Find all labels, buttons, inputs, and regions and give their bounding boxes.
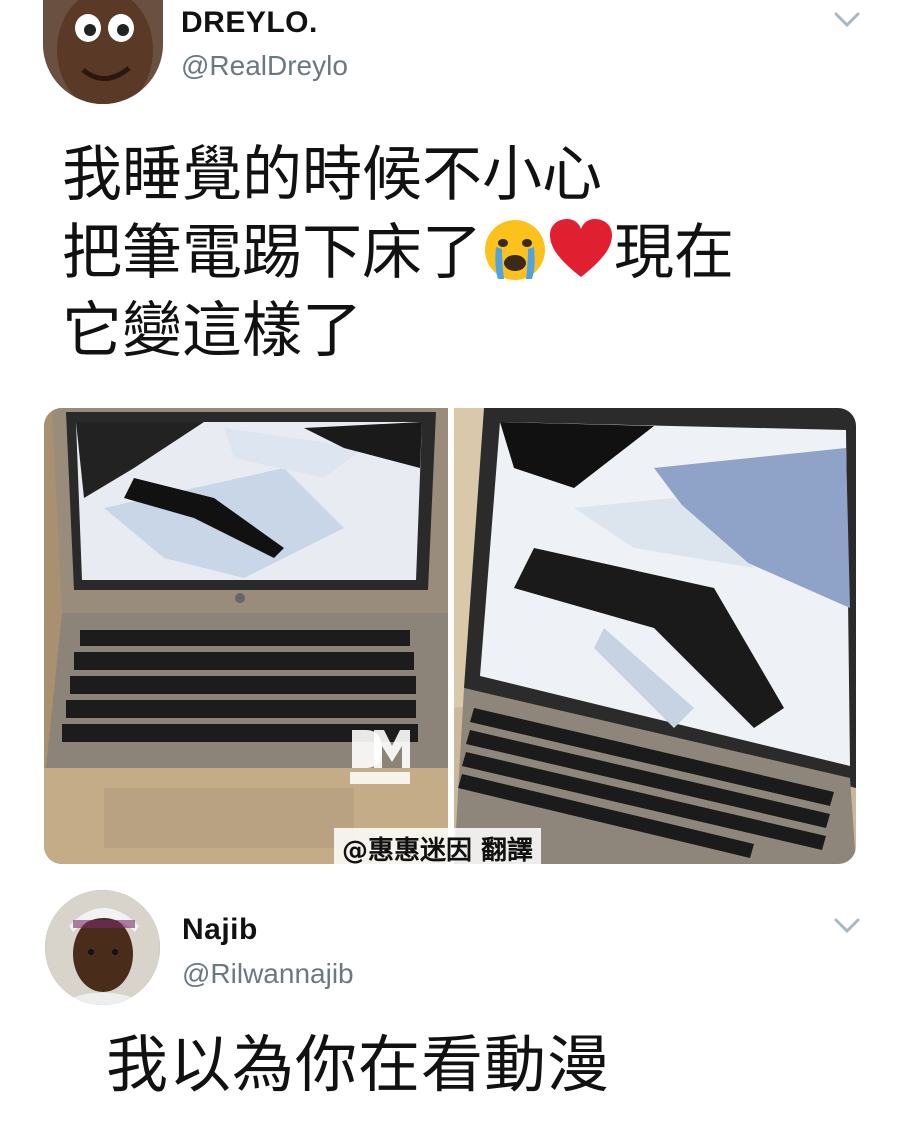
chevron-down-icon[interactable] bbox=[832, 8, 862, 32]
tweet-text-segment: 現在 bbox=[614, 218, 734, 288]
author-name[interactable]: Najib bbox=[182, 913, 258, 947]
tweet-text-segment: 把筆電踢下床了 bbox=[62, 218, 482, 288]
avatar-dreylo[interactable] bbox=[43, 0, 163, 104]
crying-face-emoji-icon bbox=[485, 220, 545, 280]
tweet-text-line: 把筆電踢下床了 現在 bbox=[62, 214, 862, 292]
author-name[interactable]: DREYLO. bbox=[181, 6, 318, 40]
dank-memeology-logo bbox=[350, 730, 410, 784]
tweet-dreylo: DREYLO. @RealDreylo 我睡覺的時候不小心 把筆電踢下床了 現在… bbox=[0, 0, 900, 390]
author-handle[interactable]: @Rilwannajib bbox=[182, 958, 354, 990]
red-heart-emoji-icon bbox=[550, 219, 612, 277]
tweet-text-line: 我睡覺的時候不小心 bbox=[62, 140, 602, 210]
photo-broken-laptop-angle[interactable] bbox=[454, 408, 856, 864]
author-handle[interactable]: @RealDreylo bbox=[181, 50, 348, 82]
tweet-text-line: 它變這樣了 bbox=[62, 296, 362, 366]
avatar-najib[interactable] bbox=[45, 890, 160, 1005]
photo-broken-laptop-front[interactable] bbox=[44, 408, 448, 864]
reply-text: 我以為你在看動漫 bbox=[106, 1028, 611, 1101]
chevron-down-icon[interactable] bbox=[832, 914, 862, 938]
tweet-media[interactable] bbox=[44, 408, 856, 864]
translation-caption: @惠惠迷因 翻譯 bbox=[334, 828, 542, 869]
tweet-text: 我睡覺的時候不小心 把筆電踢下床了 現在 它變這樣了 bbox=[62, 136, 862, 370]
